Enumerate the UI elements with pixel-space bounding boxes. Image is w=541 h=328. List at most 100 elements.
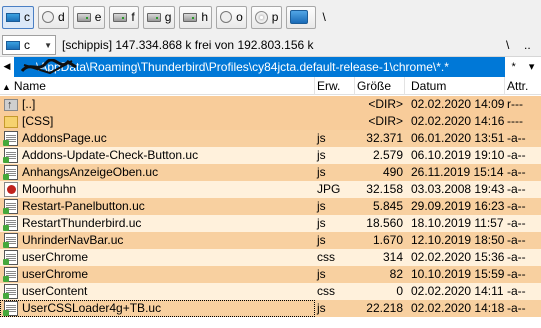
root-shortcut[interactable]: \ xyxy=(322,10,325,24)
file-row[interactable]: Restart-Panelbutton.uc js 5.845 29.09.2019 … xyxy=(0,198,541,215)
column-header-name[interactable]: ▲ Name xyxy=(0,77,315,95)
file-row[interactable]: RestartThunderbird.uc js 18.560 18.10.2019 … xyxy=(0,215,541,232)
file-row[interactable]: Moorhuhn JPG 32.158 03.03.2008 19:43 -a-- xyxy=(0,181,541,198)
file-date: 26.11.2019 15:14 xyxy=(411,165,504,179)
file-date: 02.02.2020 14:16 xyxy=(411,114,505,128)
root-directory-button[interactable]: \ xyxy=(506,38,509,52)
drive-bar: c d e f g h o p \ xyxy=(0,0,541,34)
file-extension xyxy=(315,113,355,130)
file-size: 18.560 xyxy=(366,216,403,230)
redaction-scribble-icon xyxy=(20,58,77,74)
drive-letter: d xyxy=(58,10,65,24)
drive-info-bar: c ▼ [schippis] 147.334.868 k frei von 19… xyxy=(0,34,541,56)
file-attributes: -a-- xyxy=(507,301,526,315)
file-date: 02.02.2020 14:18 xyxy=(411,301,505,315)
column-header-size[interactable]: Größe xyxy=(355,77,405,95)
file-name-cell: userChrome xyxy=(0,249,315,266)
drive-button-network[interactable] xyxy=(286,5,317,29)
hard-drive-icon xyxy=(146,12,161,22)
script-file-icon xyxy=(3,216,18,231)
column-header-ext[interactable]: Erw. xyxy=(315,77,355,95)
file-date: 29.09.2019 16:23 xyxy=(411,199,505,213)
file-row[interactable]: [CSS] <DIR> 02.02.2020 14:16 ---- xyxy=(0,113,541,130)
drive-letter: g xyxy=(164,10,172,24)
file-extension: js xyxy=(317,148,326,162)
file-size: 1.670 xyxy=(372,233,403,247)
file-row[interactable]: Addons-Update-Check-Button.uc js 2.579 06.1… xyxy=(0,147,541,164)
file-list: [..] <DIR> 02.02.2020 14:09r--- [CSS] <DIR> 0… xyxy=(0,96,541,317)
file-date: 10.10.2019 15:59 xyxy=(411,267,505,281)
file-extension: css xyxy=(317,250,335,264)
file-name-cell: UhrinderNavBar.uc xyxy=(0,232,315,249)
drive-button-d[interactable]: d xyxy=(38,5,69,29)
file-date: 03.03.2008 19:43 xyxy=(411,182,505,196)
sort-ascending-icon: ▲ xyxy=(2,82,11,92)
file-attributes: ---- xyxy=(507,114,523,128)
file-filter[interactable]: * ▾ xyxy=(505,56,541,77)
drive-button-o[interactable]: o xyxy=(216,5,247,29)
file-name-cell: RestartThunderbird.uc xyxy=(0,215,315,232)
file-attributes: -a-- xyxy=(507,267,526,281)
chevron-down-icon: ▼ xyxy=(44,40,52,50)
file-row[interactable]: UhrinderNavBar.uc js 1.670 12.10.2019 18:50… xyxy=(0,232,541,249)
free-space-text: [schippis] 147.334.868 k frei von 192.80… xyxy=(62,38,314,52)
drive-letter: e xyxy=(94,10,102,24)
file-attributes: -a-- xyxy=(507,284,526,298)
file-row[interactable]: userChrome js 82 10.10.2019 15:59 -a-- xyxy=(0,266,541,283)
drive-button-e[interactable]: e xyxy=(72,5,106,29)
file-name: userChrome xyxy=(22,267,89,281)
drive-letter: c xyxy=(24,10,30,24)
file-row[interactable]: UserCSSLoader4g+TB.uc js 22.218 02.02.2020 … xyxy=(0,300,541,317)
file-attributes: -a-- xyxy=(507,148,526,162)
file-size: 5.845 xyxy=(372,199,403,213)
cd-drive-icon xyxy=(254,10,268,24)
drive-select[interactable]: c ▼ xyxy=(2,35,56,55)
file-size: 82 xyxy=(389,267,403,281)
file-row[interactable]: userContent css 0 02.02.2020 14:11 -a-- xyxy=(0,283,541,300)
column-header-attr[interactable]: Attr. xyxy=(505,77,541,95)
file-name-cell: userContent xyxy=(0,283,315,300)
drive-button-f[interactable]: f xyxy=(109,5,139,29)
file-size: 314 xyxy=(382,250,403,264)
column-header-name-label: Name xyxy=(13,79,46,93)
file-row[interactable]: AnhangsAnzeigeOben.uc js 490 26.11.2019 15:… xyxy=(0,164,541,181)
file-row[interactable]: [..] <DIR> 02.02.2020 14:09r--- xyxy=(0,96,541,113)
parent-directory-button[interactable]: .. xyxy=(524,38,531,52)
file-extension: js xyxy=(317,131,326,145)
file-size: <DIR> xyxy=(368,97,403,111)
drive-button-c[interactable]: c xyxy=(2,5,34,29)
file-size: 32.158 xyxy=(366,182,403,196)
file-filter-value: * xyxy=(511,60,516,73)
file-name: UhrinderNavBar.uc xyxy=(22,233,124,247)
file-extension: js xyxy=(317,216,326,230)
file-extension xyxy=(315,96,355,113)
file-name-cell: Restart-Panelbutton.uc xyxy=(0,198,315,215)
file-name: [CSS] xyxy=(22,114,54,128)
script-file-icon xyxy=(3,267,18,282)
hard-drive-icon xyxy=(76,12,91,22)
drive-button-h[interactable]: h xyxy=(179,5,213,29)
windows-drive-icon xyxy=(6,40,20,50)
drive-button-p[interactable]: p xyxy=(250,5,283,29)
history-arrow-icon[interactable]: ◀ xyxy=(0,61,14,72)
script-file-icon xyxy=(3,301,18,316)
usb-drive-icon xyxy=(220,11,233,23)
current-path[interactable]: \AppData\Roaming\Thunderbird\Profiles\cy… xyxy=(14,56,505,77)
file-row[interactable]: AddonsPage.uc js 32.371 06.01.2020 13:51 -a-… xyxy=(0,130,541,147)
file-name-cell: userChrome xyxy=(0,266,315,283)
script-file-icon xyxy=(3,284,18,299)
file-date: 02.02.2020 14:11 xyxy=(411,284,504,298)
file-name-cell: Moorhuhn xyxy=(0,181,315,198)
file-name-cell: UserCSSLoader4g+TB.uc xyxy=(0,300,315,317)
script-file-icon xyxy=(3,131,18,146)
file-name: userContent xyxy=(22,284,88,298)
file-extension: js xyxy=(317,199,326,213)
file-size: 0 xyxy=(396,284,403,298)
script-file-icon xyxy=(3,199,18,214)
file-name: Moorhuhn xyxy=(22,182,77,196)
file-row[interactable]: userChrome css 314 02.02.2020 15:36 -a-- xyxy=(0,249,541,266)
file-attributes: -a-- xyxy=(507,165,526,179)
path-bar: ◀ \AppData\Roaming\Thunderbird\Profiles\… xyxy=(0,56,541,77)
drive-button-g[interactable]: g xyxy=(142,5,176,29)
column-header-date[interactable]: Datum xyxy=(405,77,505,95)
